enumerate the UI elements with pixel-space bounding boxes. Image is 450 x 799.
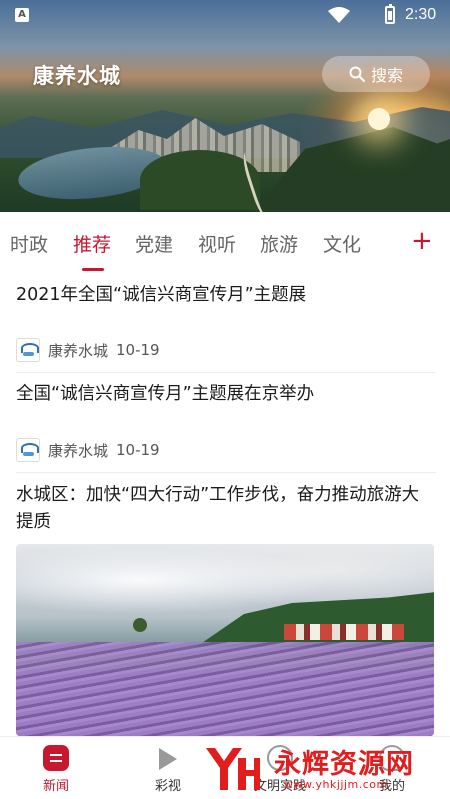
- nav-caishi[interactable]: 彩视: [128, 745, 208, 794]
- tab-dangjian[interactable]: 党建: [135, 230, 173, 257]
- search-label: 搜索: [370, 66, 403, 85]
- divider: [16, 372, 436, 373]
- nav-profile[interactable]: 我的: [352, 745, 432, 794]
- bottom-navigation: 新闻 彩视 文明实践 我的: [0, 736, 450, 799]
- news-icon: [43, 745, 69, 771]
- active-tab-indicator: [82, 268, 104, 271]
- news-item-title[interactable]: 水城区：加快“四大行动”工作步伐，奋力推动旅游大提质: [16, 482, 436, 536]
- tab-shiting[interactable]: 视听: [198, 230, 236, 257]
- divider: [16, 472, 436, 473]
- news-item-title[interactable]: 2021年全国“诚信兴商宣传月”主题展: [16, 282, 436, 309]
- source-name: 康养水城: [48, 441, 109, 460]
- nav-caishi-label: 彩视: [154, 779, 181, 794]
- news-item-meta: 康养水城 10-19: [16, 438, 160, 462]
- nav-civilization[interactable]: 文明实践: [240, 745, 320, 794]
- tab-tuijian[interactable]: 推荐: [73, 230, 111, 257]
- news-item-title[interactable]: 全国“诚信兴商宣传月”主题展在京举办: [16, 381, 436, 408]
- tab-shizheng[interactable]: 时政: [10, 230, 48, 257]
- wifi-icon: [328, 7, 350, 23]
- app-title: 康养水城: [33, 64, 121, 88]
- notification-a-icon: A: [15, 8, 29, 22]
- nav-news[interactable]: 新闻: [16, 745, 96, 794]
- publish-date: 10-19: [116, 341, 160, 359]
- civilization-icon: [267, 745, 293, 771]
- status-time: 2:30: [405, 6, 437, 23]
- nav-news-label: 新闻: [42, 779, 69, 794]
- header-banner-image: [0, 0, 450, 212]
- source-logo-icon: [16, 338, 40, 362]
- play-icon: [159, 748, 177, 770]
- source-logo-icon: [16, 438, 40, 462]
- battery-icon: [385, 4, 395, 24]
- publish-date: 10-19: [116, 441, 160, 459]
- profile-icon: [379, 745, 405, 771]
- tab-wenhua[interactable]: 文化: [323, 230, 361, 257]
- search-button[interactable]: 搜索: [322, 56, 430, 92]
- source-name: 康养水城: [48, 341, 109, 360]
- add-tab-button[interactable]: +: [411, 226, 433, 256]
- tab-lvyou[interactable]: 旅游: [260, 230, 298, 257]
- nav-civilization-label: 文明实践: [253, 779, 306, 794]
- news-item-image[interactable]: [16, 544, 434, 736]
- search-icon: [349, 66, 365, 82]
- category-tabs: 时政 推荐 党建 视听 旅游 文化 +: [0, 224, 450, 272]
- news-item-meta: 康养水城 10-19: [16, 338, 160, 362]
- status-bar: A 2:30: [0, 0, 450, 30]
- nav-profile-label: 我的: [378, 779, 405, 794]
